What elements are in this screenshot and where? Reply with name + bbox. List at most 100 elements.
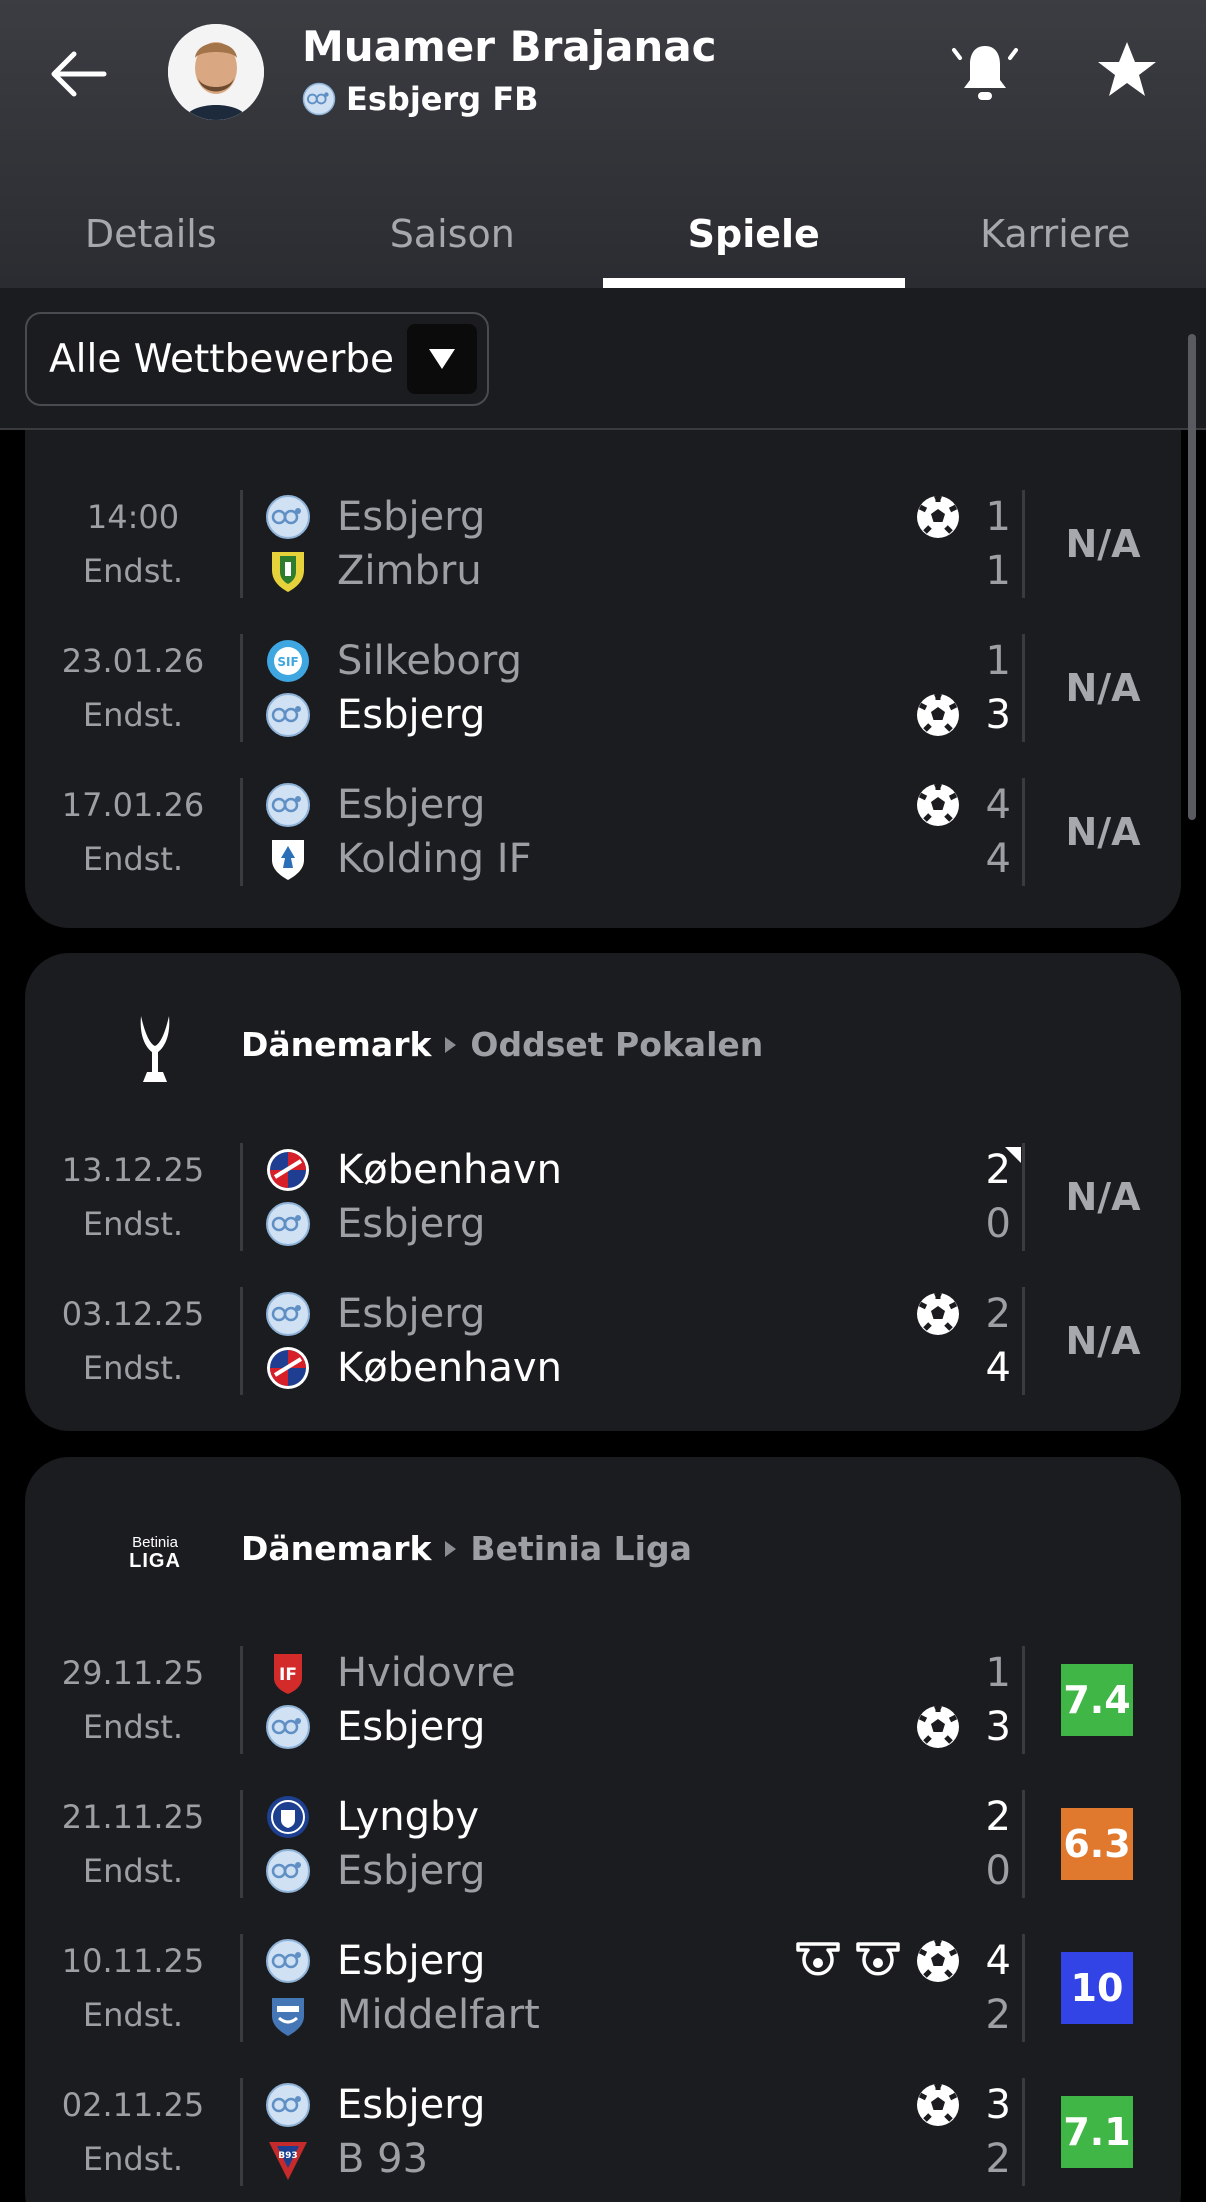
- divider: [1022, 1646, 1025, 1754]
- divider: [1022, 1934, 1025, 2042]
- match-row[interactable]: 14:00 Endst. Esbjerg Zimbru 1 1 N/A: [25, 490, 1181, 598]
- away-team-name: København: [337, 1345, 562, 1391]
- esbjerg-crest-icon: [265, 1291, 311, 1337]
- divider: [240, 2078, 243, 2186]
- away-team: Zimbru: [265, 544, 482, 598]
- match-date: 21.11.25: [61, 1798, 205, 1836]
- match-status: Endst.: [82, 1349, 184, 1387]
- match-row[interactable]: 29.11.25 Endst. Hvidovre Esbjerg 1 3 7.4: [25, 1646, 1181, 1754]
- goal-icon: [915, 1938, 961, 1984]
- tab-spiele[interactable]: Spiele: [603, 180, 905, 288]
- competition-filter-select[interactable]: Alle Wettbewerbe: [25, 312, 489, 406]
- match-date: 29.11.25: [61, 1654, 205, 1692]
- match-events: [915, 1287, 961, 1341]
- match-row[interactable]: 23.01.26 Endst. Silkeborg Esbjerg 1 3 N/…: [25, 634, 1181, 742]
- home-team: Lyngby: [265, 1790, 479, 1844]
- avatar: [168, 24, 264, 120]
- tab-saison[interactable]: Saison: [302, 180, 604, 288]
- home-team-name: Esbjerg: [337, 1291, 486, 1337]
- home-team-name: Esbjerg: [337, 782, 486, 828]
- home-score: 3: [985, 2082, 1011, 2128]
- player-rating-badge: 10: [1061, 1952, 1133, 2024]
- home-score: 4: [985, 782, 1011, 828]
- trophy-icon: [85, 1009, 225, 1089]
- match-status: Endst.: [82, 2140, 184, 2178]
- kobenhavn-crest-icon: [265, 1345, 311, 1391]
- kolding-crest-icon: [265, 836, 311, 882]
- match-row[interactable]: 21.11.25 Endst. Lyngby Esbjerg 2 0 6.3: [25, 1790, 1181, 1898]
- home-team: Esbjerg: [265, 778, 485, 832]
- away-score: 2: [985, 1992, 1011, 2038]
- away-team-name: Kolding IF: [337, 836, 532, 882]
- tab-karriere[interactable]: Karriere: [905, 180, 1206, 288]
- club-link[interactable]: Esbjerg FB: [302, 80, 539, 118]
- bell-icon: [952, 46, 1018, 100]
- notification-button[interactable]: [950, 36, 1020, 106]
- player-rating: N/A: [1065, 666, 1141, 710]
- match-date: 13.12.25: [61, 1151, 205, 1189]
- match-row[interactable]: 17.01.26 Endst. Esbjerg Kolding IF 4 4 N…: [25, 778, 1181, 886]
- competition-header[interactable]: Dänemark Oddset Pokalen: [25, 953, 1181, 1143]
- match-list-card: 14:00 Endst. Esbjerg Zimbru 1 1 N/A 23.0…: [25, 400, 1181, 928]
- away-team: Esbjerg: [265, 1197, 485, 1251]
- competition-name: Betinia Liga: [470, 1529, 692, 1568]
- player-rating: N/A: [1065, 1175, 1141, 1219]
- lyngby-crest-icon: [265, 1794, 311, 1840]
- divider: [1022, 634, 1025, 742]
- competition-filter-value: Alle Wettbewerbe: [49, 336, 395, 382]
- tab-bar: Details Saison Spiele Karriere: [0, 180, 1206, 288]
- match-row[interactable]: 02.11.25 Endst. Esbjerg B 93 3 2 7.1: [25, 2078, 1181, 2186]
- goal-icon: [915, 1291, 961, 1337]
- match-date: 23.01.26: [61, 642, 205, 680]
- dropdown-arrow-icon: [407, 324, 477, 394]
- star-icon: [1098, 42, 1156, 96]
- goal-icon: [915, 494, 961, 540]
- home-score: 4: [985, 1938, 1011, 1984]
- away-score: 3: [985, 1704, 1011, 1750]
- match-status: Endst.: [82, 1708, 184, 1746]
- divider: [1022, 2078, 1025, 2186]
- home-team-name: Silkeborg: [337, 638, 522, 684]
- match-row[interactable]: 03.12.25 Endst. Esbjerg København 2 4 N/…: [25, 1287, 1181, 1395]
- away-score: 3: [985, 692, 1011, 738]
- scrollbar[interactable]: [1188, 334, 1196, 820]
- favorite-button[interactable]: [1092, 36, 1162, 106]
- home-team-name: Esbjerg: [337, 494, 486, 540]
- match-row[interactable]: 10.11.25 Endst. Esbjerg Middelfart 4 2 1…: [25, 1934, 1181, 2042]
- match-date: 03.12.25: [61, 1295, 205, 1333]
- divider: [1022, 490, 1025, 598]
- divider: [240, 1646, 243, 1754]
- goal-icon: [915, 2082, 961, 2128]
- assist-icon: [795, 1938, 841, 1984]
- home-team: Esbjerg: [265, 1934, 485, 1988]
- home-score: 2: [985, 1291, 1011, 1337]
- competition-title: Dänemark Betinia Liga: [241, 1529, 692, 1568]
- away-score: 1: [985, 548, 1011, 594]
- middelfart-crest-icon: [265, 1992, 311, 2038]
- goal-icon: [915, 782, 961, 828]
- match-status: Endst.: [82, 1852, 184, 1890]
- match-events: [915, 1700, 961, 1754]
- away-team: København: [265, 1341, 562, 1395]
- match-events: [915, 490, 961, 544]
- match-date: 02.11.25: [61, 2086, 205, 2124]
- away-team: B 93: [265, 2132, 428, 2186]
- divider: [240, 634, 243, 742]
- away-score: 4: [985, 836, 1011, 882]
- away-score: 2: [985, 2136, 1011, 2182]
- divider: [1022, 1790, 1025, 1898]
- away-team: Esbjerg: [265, 1700, 485, 1754]
- back-arrow-icon: [51, 51, 107, 97]
- competition-country: Dänemark: [241, 1025, 432, 1064]
- filter-bar: Alle Wettbewerbe: [0, 288, 1206, 430]
- match-row[interactable]: 13.12.25 Endst. København Esbjerg 2 0 N/…: [25, 1143, 1181, 1251]
- tab-details[interactable]: Details: [0, 180, 302, 288]
- back-button[interactable]: [44, 40, 112, 108]
- match-status: Endst.: [82, 840, 184, 878]
- caret-right-icon: [445, 1540, 457, 1557]
- match-events: [795, 1934, 961, 1988]
- esbjerg-crest-icon: [265, 494, 311, 540]
- match-date: 14:00: [86, 498, 180, 536]
- match-events: [915, 688, 961, 742]
- competition-header[interactable]: Betinia LIGA Dänemark Betinia Liga: [25, 1457, 1181, 1647]
